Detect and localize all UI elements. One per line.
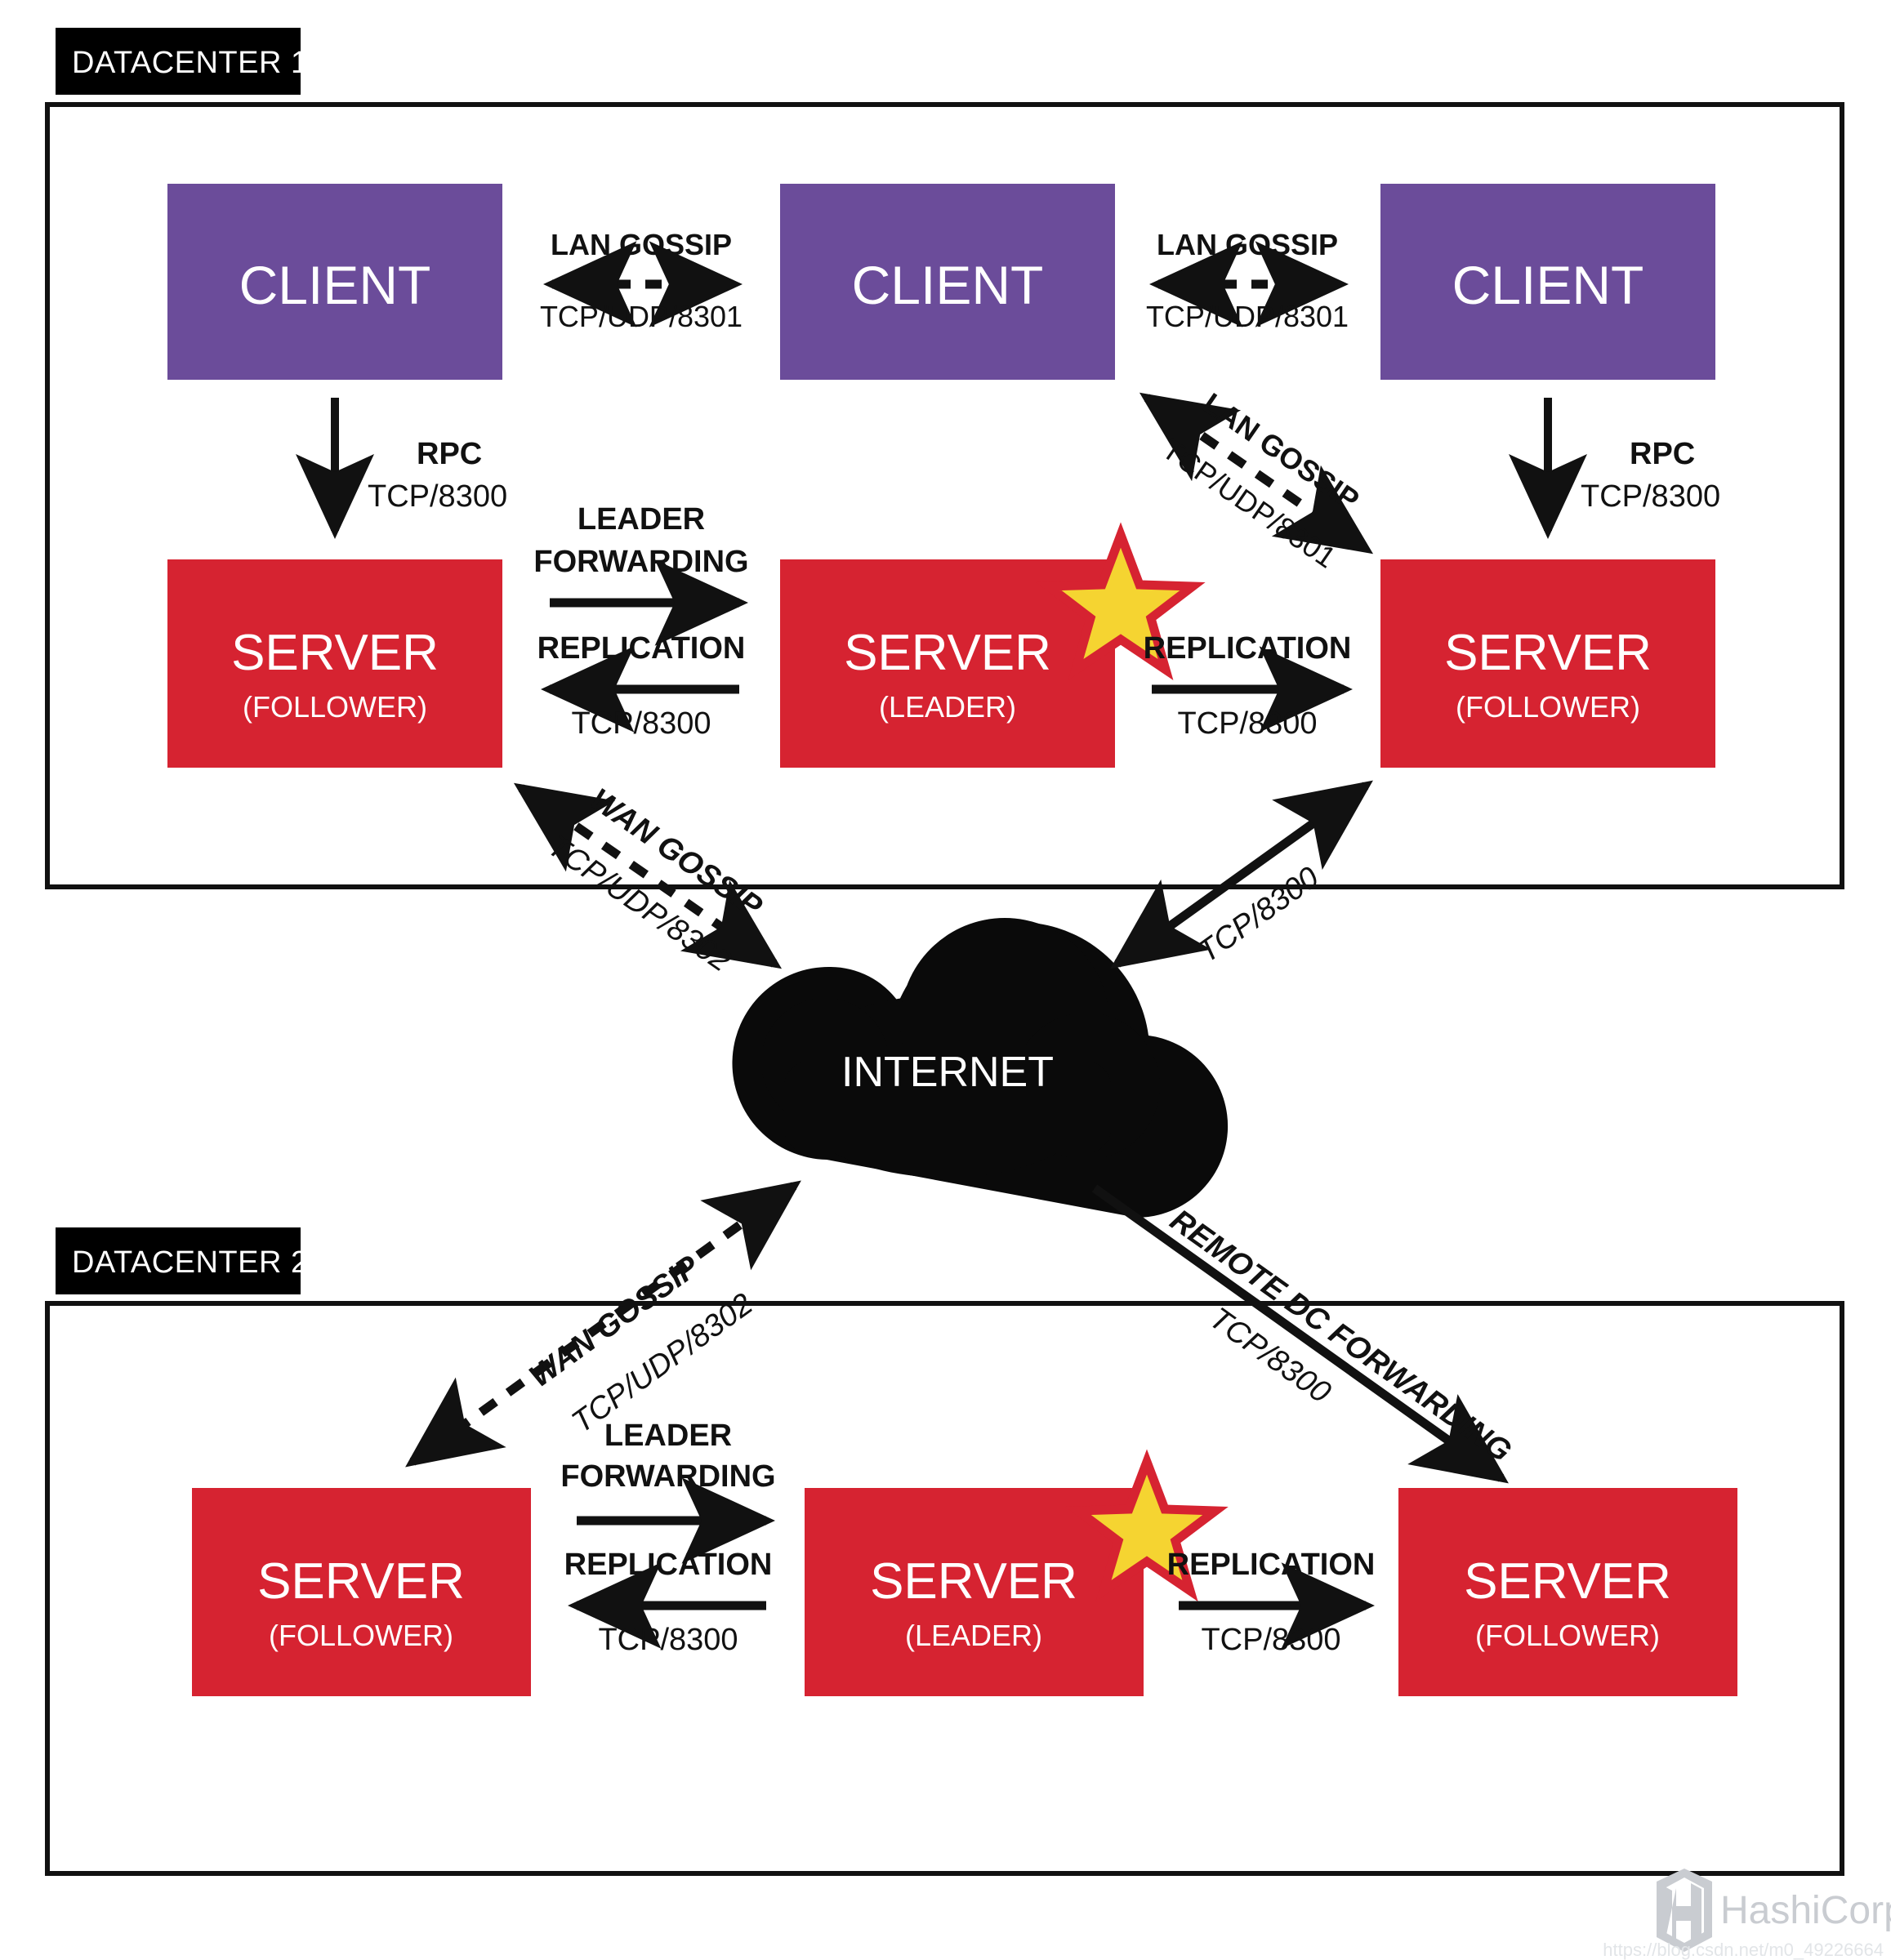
leader-forwarding-line2: FORWARDING — [533, 545, 748, 579]
replication-right-port: TCP/8300 — [1177, 706, 1317, 741]
dc1-server-follower-right[interactable]: SERVER (FOLLOWER) — [1380, 559, 1715, 768]
server-label: SERVER — [844, 625, 1051, 681]
lan-gossip-left-port: TCP/UDP/8301 — [540, 300, 743, 333]
server-role: (LEADER) — [905, 1619, 1042, 1652]
rpc-left-title: RPC — [417, 437, 482, 471]
dc2-servers-row: SERVER (FOLLOWER) SERVER (LEADER) SERVER… — [192, 1449, 1737, 1696]
rpc-right-port: TCP/8300 — [1581, 479, 1720, 514]
architecture-diagram: DATACENTER 1 CLIENT CLIENT CLIENT LAN GO… — [0, 0, 1891, 1960]
replication-right-port: TCP/8300 — [1201, 1623, 1340, 1657]
rpc-left-port: TCP/8300 — [368, 479, 507, 514]
server-role: (FOLLOWER) — [243, 690, 427, 724]
server-role: (LEADER) — [879, 690, 1016, 724]
lan-gossip-left-title: LAN GOSSIP — [551, 228, 732, 261]
internet-label: INTERNET — [841, 1049, 1054, 1096]
server-label: SERVER — [231, 625, 439, 681]
leader-forwarding-line1: LEADER — [578, 502, 705, 537]
dc2-server-follower-right[interactable]: SERVER (FOLLOWER) — [1398, 1488, 1737, 1696]
dc1-client-2[interactable]: CLIENT — [780, 184, 1115, 380]
hashicorp-logo-text: HashiCorp — [1720, 1889, 1891, 1932]
dc1-servers-row: SERVER (FOLLOWER) SERVER (LEADER) SERVER… — [167, 522, 1715, 768]
dc1-client-1[interactable]: CLIENT — [167, 184, 502, 380]
lan-gossip-right-port: TCP/UDP/8301 — [1146, 300, 1349, 333]
leader-forwarding-line2: FORWARDING — [560, 1459, 775, 1494]
diagram-canvas: DATACENTER 1 CLIENT CLIENT CLIENT LAN GO… — [0, 0, 1891, 1960]
server-label: SERVER — [1444, 625, 1652, 681]
server-role: (FOLLOWER) — [1456, 690, 1640, 724]
replication-right-title: REPLICATION — [1167, 1548, 1376, 1582]
server-role: (FOLLOWER) — [269, 1619, 453, 1652]
server-role: (FOLLOWER) — [1475, 1619, 1660, 1652]
datacenter-2-label: DATACENTER 2 — [72, 1245, 309, 1280]
replication-right-title: REPLICATION — [1144, 631, 1352, 666]
replication-left-title: REPLICATION — [564, 1548, 773, 1582]
leader-forwarding-line1: LEADER — [604, 1419, 732, 1453]
lan-gossip-right-title: LAN GOSSIP — [1157, 228, 1338, 261]
client-label: CLIENT — [852, 255, 1044, 315]
server-label: SERVER — [870, 1553, 1077, 1610]
server-label: SERVER — [257, 1553, 465, 1610]
dc2-server-follower-left[interactable]: SERVER (FOLLOWER) — [192, 1488, 531, 1696]
dc1-clients-row: CLIENT CLIENT CLIENT — [167, 184, 1715, 380]
rpc-right-title: RPC — [1630, 437, 1695, 471]
datacenter-1-label: DATACENTER 1 — [72, 46, 309, 80]
client-label: CLIENT — [1452, 255, 1644, 315]
replication-left-port: TCP/8300 — [598, 1623, 738, 1657]
replication-left-title: REPLICATION — [537, 631, 746, 666]
dc1-client-3[interactable]: CLIENT — [1380, 184, 1715, 380]
client-label: CLIENT — [239, 255, 431, 315]
dc1-server-follower-left[interactable]: SERVER (FOLLOWER) — [167, 559, 502, 768]
replication-left-port: TCP/8300 — [571, 706, 711, 741]
watermark-text: https://blog.csdn.net/m0_49226664 — [1603, 1940, 1884, 1960]
server-label: SERVER — [1464, 1553, 1671, 1610]
